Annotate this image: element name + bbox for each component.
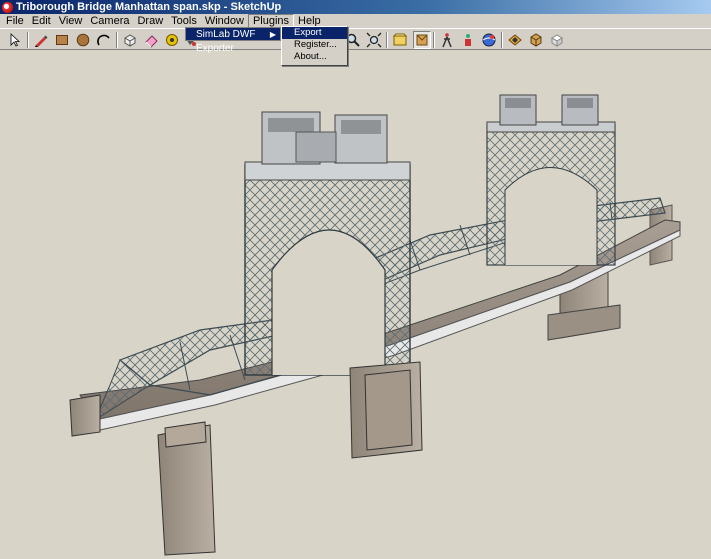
submenu-about[interactable]: About...	[282, 51, 347, 63]
walk-icon[interactable]	[438, 31, 456, 49]
menu-file[interactable]: File	[2, 14, 28, 28]
menu-tools[interactable]: Tools	[167, 14, 201, 28]
sketchup-app-icon[interactable]	[2, 1, 13, 13]
component-icon[interactable]	[527, 31, 545, 49]
make-component-icon[interactable]	[121, 31, 139, 49]
toolbar-separator	[433, 32, 435, 48]
pencil-icon[interactable]	[32, 31, 50, 49]
circle-icon[interactable]	[74, 31, 92, 49]
share-model-icon[interactable]	[506, 31, 524, 49]
menu-bar: File Edit View Camera Draw Tools Window …	[0, 14, 711, 28]
select-icon[interactable]	[6, 31, 24, 49]
window-title: Triborough Bridge Manhattan span.skp - S…	[16, 1, 282, 13]
menu-draw[interactable]: Draw	[133, 14, 167, 28]
previous-view-icon[interactable]	[391, 31, 409, 49]
menu-window[interactable]: Window	[201, 14, 248, 28]
eraser-icon[interactable]	[142, 31, 160, 49]
materials-icon[interactable]	[548, 31, 566, 49]
menu-camera[interactable]: Camera	[86, 14, 133, 28]
title-bar: Triborough Bridge Manhattan span.skp - S…	[0, 0, 711, 14]
main-toolbar	[0, 28, 711, 50]
submenu-arrow-icon: ▶	[269, 30, 276, 39]
submenu-register[interactable]: Register...	[282, 39, 347, 51]
zoom-extents-icon[interactable]	[365, 31, 383, 49]
look-around-icon[interactable]	[459, 31, 477, 49]
position-camera-icon[interactable]	[413, 31, 431, 49]
model-viewport[interactable]	[0, 50, 711, 559]
toolbar-separator	[27, 32, 29, 48]
toolbar-separator	[386, 32, 388, 48]
bridge-model	[69, 94, 681, 556]
plugins-menu-simlab-item[interactable]: SimLab DWF Exporter ▶	[185, 27, 281, 54]
toolbar-separator	[116, 32, 118, 48]
menu-edit[interactable]: Edit	[28, 14, 55, 28]
near-tower	[244, 111, 411, 376]
get-models-icon[interactable]	[480, 31, 498, 49]
far-tower	[486, 94, 616, 266]
menu-view[interactable]: View	[55, 14, 87, 28]
submenu-export[interactable]: Export	[282, 27, 347, 39]
rectangle-icon[interactable]	[53, 31, 71, 49]
tape-measure-icon[interactable]	[163, 31, 181, 49]
arc-icon[interactable]	[95, 31, 113, 49]
simlab-submenu: Export Register... About...	[281, 26, 348, 66]
toolbar-separator	[501, 32, 503, 48]
